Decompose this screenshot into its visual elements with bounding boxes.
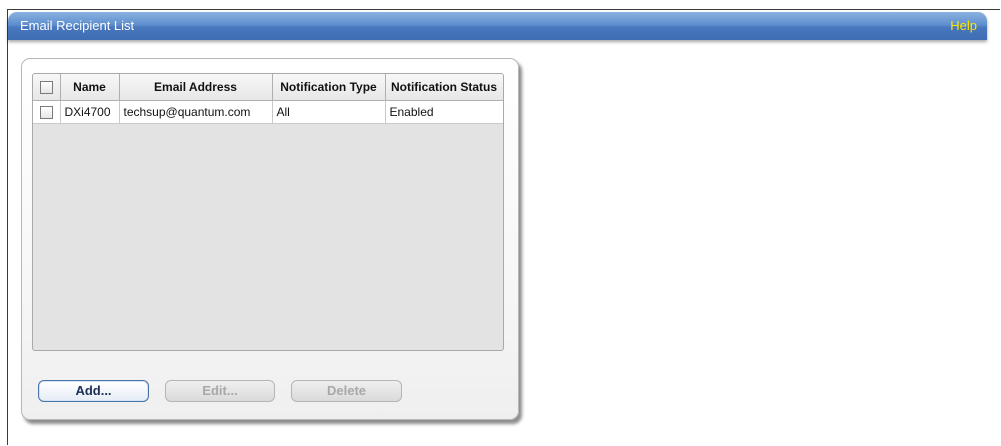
edit-button[interactable]: Edit... <box>165 380 275 402</box>
select-all-checkbox[interactable] <box>39 81 53 95</box>
column-header-notification-status[interactable]: Notification Status <box>385 74 503 101</box>
cell-notification-type: All <box>272 100 386 124</box>
recipient-panel: Name Email Address Notification Type Not… <box>21 58 519 420</box>
table-row[interactable]: DXi4700 techsup@quantum.com All Enabled <box>33 100 503 124</box>
row-select-cell <box>33 100 61 124</box>
help-link[interactable]: Help <box>950 18 977 33</box>
row-checkbox[interactable] <box>39 106 53 120</box>
column-header-email[interactable]: Email Address <box>119 74 273 101</box>
cell-name: DXi4700 <box>60 100 120 124</box>
title-bar: Email Recipient List Help <box>8 12 987 40</box>
column-header-name[interactable]: Name <box>60 74 120 101</box>
column-header-notification-type[interactable]: Notification Type <box>272 74 386 101</box>
add-button[interactable]: Add... <box>38 380 149 402</box>
page-title: Email Recipient List <box>20 18 135 33</box>
delete-button[interactable]: Delete <box>291 380 402 402</box>
table-header-row: Name Email Address Notification Type Not… <box>33 74 503 101</box>
cell-notification-status: Enabled <box>385 100 503 124</box>
select-all-cell <box>33 74 61 101</box>
recipient-table: Name Email Address Notification Type Not… <box>32 73 504 351</box>
cell-email: techsup@quantum.com <box>119 100 273 124</box>
